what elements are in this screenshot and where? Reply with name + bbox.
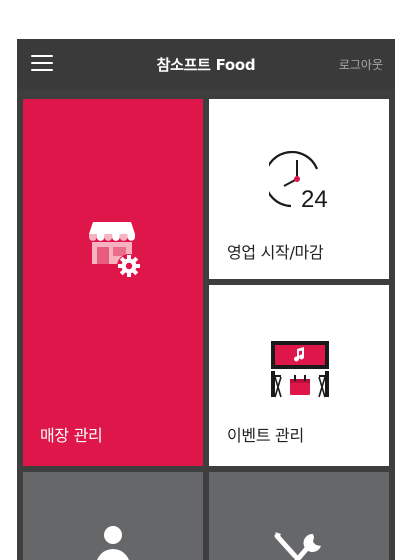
tile-member[interactable] [23, 472, 203, 560]
store-settings-icon [89, 222, 141, 278]
clock-24-text: 24 [301, 186, 328, 211]
tile-label: 매장 관리 [40, 426, 103, 445]
top-bar: 참소프트 Food 로그아웃 [17, 39, 395, 89]
tile-settings[interactable] [209, 472, 389, 560]
app-frame: 참소프트 Food 로그아웃 매장 관리 24 영업 시작/마감 이벤트 관리 [17, 39, 395, 560]
tile-store-management[interactable]: 매장 관리 [23, 99, 203, 466]
tile-label: 영업 시작/마감 [227, 243, 324, 262]
tile-event-management[interactable]: 이벤트 관리 [209, 285, 389, 466]
tile-business-hours[interactable]: 24 영업 시작/마감 [209, 99, 389, 279]
tools-icon [274, 532, 321, 560]
logout-button[interactable]: 로그아웃 [339, 56, 383, 73]
tile-label: 이벤트 관리 [227, 426, 304, 445]
person-icon [97, 526, 129, 560]
event-stage-icon [271, 341, 329, 398]
clock-24-icon: 24 [269, 151, 328, 211]
